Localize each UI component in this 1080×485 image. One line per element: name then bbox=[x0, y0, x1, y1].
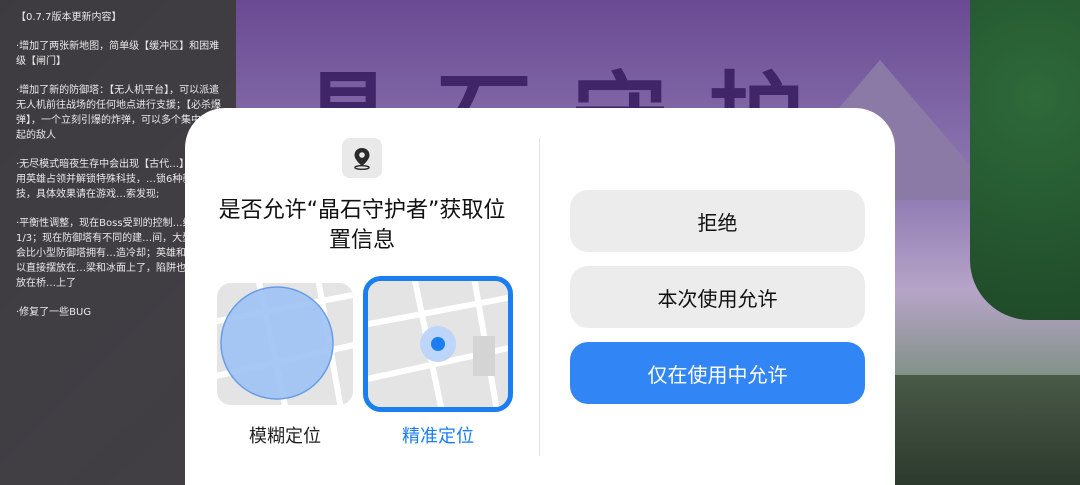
precise-location-label: 精准定位 bbox=[402, 426, 474, 447]
location-permission-dialog: 是否允许“晶石守护者”获取位置信息 模糊定位 精准定位 拒绝 本次使用允许 仅在… bbox=[185, 108, 895, 485]
note-paragraph: ·增加了两张新地图，简单级【缓冲区】和困难级【闸门】 bbox=[16, 41, 220, 67]
dialog-divider bbox=[539, 138, 540, 456]
allow-once-button[interactable]: 本次使用允许 bbox=[570, 266, 865, 328]
approximate-location-option[interactable] bbox=[217, 283, 353, 405]
note-paragraph: 【0.7.7版本更新内容】 bbox=[16, 12, 122, 23]
tree-art bbox=[970, 0, 1080, 320]
precise-location-option[interactable] bbox=[363, 276, 513, 412]
location-pin-icon bbox=[342, 138, 382, 178]
deny-button[interactable]: 拒绝 bbox=[570, 190, 865, 252]
allow-while-using-button[interactable]: 仅在使用中允许 bbox=[570, 342, 865, 404]
approximate-location-label: 模糊定位 bbox=[249, 426, 321, 447]
dialog-title: 是否允许“晶石守护者”获取位置信息 bbox=[218, 198, 506, 253]
